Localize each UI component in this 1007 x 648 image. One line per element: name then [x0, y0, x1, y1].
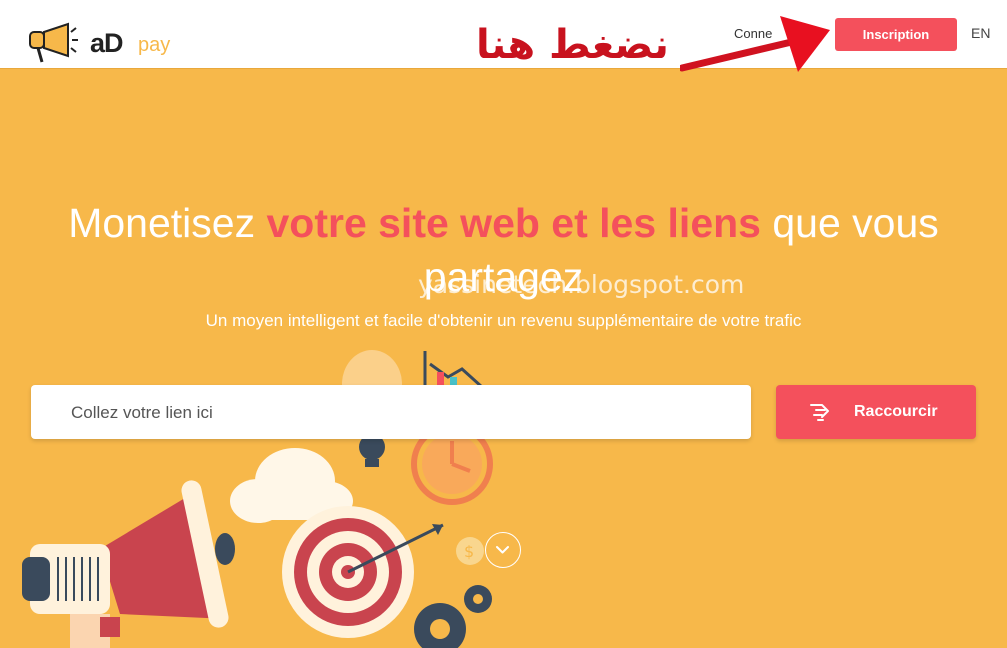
language-selector[interactable]: EN — [971, 25, 990, 41]
logo-suffix: pay — [138, 34, 171, 56]
chevron-down-icon — [496, 546, 509, 554]
megaphone-logo-icon — [29, 22, 78, 63]
hero-subtitle: Un moyen intelligent et facile d'obtenir… — [205, 311, 802, 330]
link-input-container — [31, 385, 751, 439]
shorten-button-label: Raccourcir — [854, 403, 938, 420]
chart-illustration — [423, 351, 484, 389]
coin-illustration: $ — [456, 537, 484, 565]
annotation-text: نضغط هنا — [476, 22, 669, 68]
hero-title-highlight: votre site web et les liens — [266, 200, 761, 246]
shorten-button[interactable]: Raccourcir — [776, 385, 976, 439]
site-logo[interactable]: aD pay — [28, 20, 188, 64]
scissors-link-icon — [810, 404, 829, 421]
megaphone-illustration — [22, 480, 235, 648]
scroll-down-button[interactable] — [485, 532, 521, 568]
signup-button[interactable]: Inscription — [835, 18, 957, 51]
hero-title: Monetisez votre site web et les liens qu… — [0, 196, 1007, 304]
arrow-annotation-icon — [680, 16, 830, 72]
logo-text: aD — [90, 28, 124, 58]
link-input[interactable] — [69, 399, 733, 427]
svg-text:$: $ — [464, 542, 474, 561]
hero-title-part1: Monetisez — [68, 200, 267, 246]
gear-illustration — [414, 585, 492, 648]
